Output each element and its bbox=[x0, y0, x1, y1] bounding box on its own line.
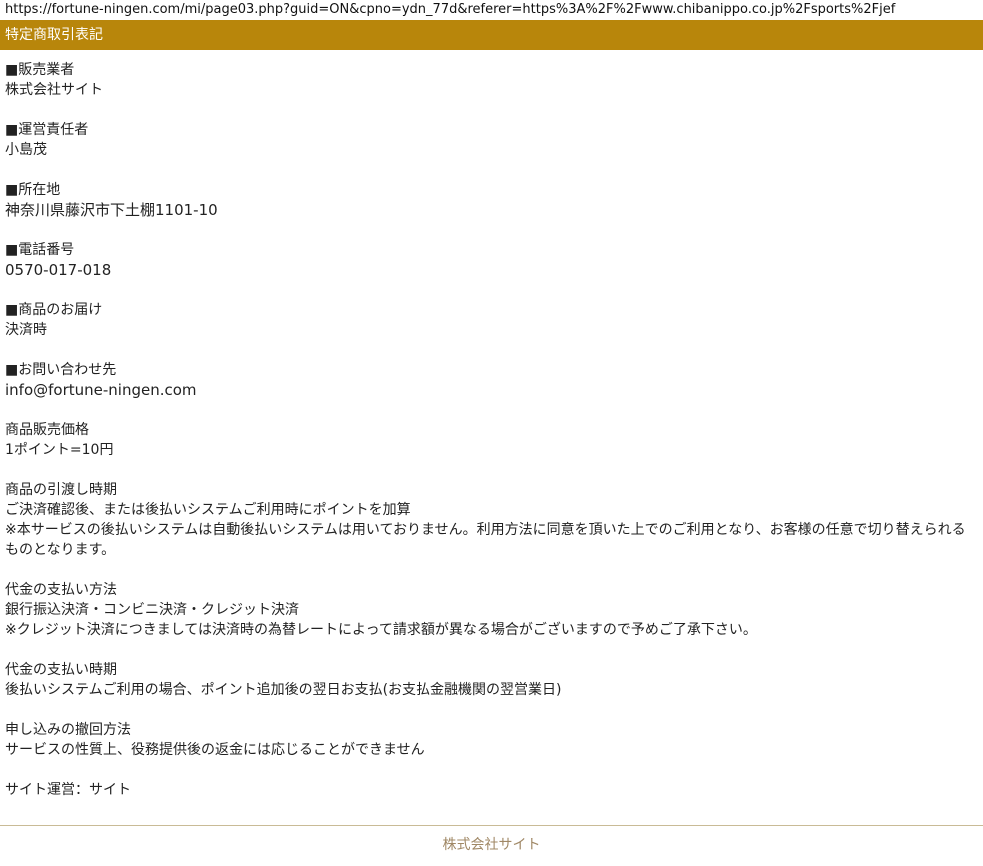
section-contact: ■お問い合わせ先 info@fortune-ningen.com bbox=[5, 360, 978, 400]
section-heading: 商品販売価格 bbox=[5, 422, 89, 438]
section-cancellation: 申し込みの撤回方法 サービスの性質上、役務提供後の返金には応じることができません bbox=[5, 720, 978, 760]
section-value: 1ポイント=10円 bbox=[5, 442, 114, 458]
main-content: ■販売業者 株式会社サイト ■運営責任者 小島茂 ■所在地 神奈川県藤沢市下土棚… bbox=[0, 50, 983, 800]
section-heading: ■お問い合わせ先 bbox=[5, 362, 117, 378]
section-value: 後払いシステムご利用の場合、ポイント追加後の翌日お支払(お支払金融機関の翌営業日… bbox=[5, 682, 562, 698]
section-heading: 代金の支払い方法 bbox=[5, 582, 117, 598]
page-title-bar: 特定商取引表記 bbox=[0, 20, 983, 50]
section-operator: サイト運営：サイト bbox=[5, 780, 978, 800]
section-delivery-timing: 商品の引渡し時期 ご決済確認後、または後払いシステムご利用時にポイントを加算 ※… bbox=[5, 480, 978, 560]
footer-divider bbox=[0, 825, 983, 826]
section-seller: ■販売業者 株式会社サイト bbox=[5, 60, 978, 100]
contact-email: info@fortune-ningen.com bbox=[5, 381, 197, 399]
section-delivery: ■商品のお届け 決済時 bbox=[5, 300, 978, 340]
section-note: ※本サービスの後払いシステムは自動後払いシステムは用いておりません。利用方法に同… bbox=[5, 522, 966, 558]
section-value: 0570-017-018 bbox=[5, 261, 112, 279]
section-address: ■所在地 神奈川県藤沢市下土棚1101-10 bbox=[5, 180, 978, 220]
section-value: 小島茂 bbox=[5, 142, 47, 158]
section-heading: 申し込みの撤回方法 bbox=[5, 722, 131, 738]
footer-company: 株式会社サイト bbox=[442, 837, 541, 853]
section-heading: ■運営責任者 bbox=[5, 122, 89, 138]
section-heading: ■所在地 bbox=[5, 182, 61, 198]
section-value: ご決済確認後、または後払いシステムご利用時にポイントを加算 bbox=[5, 502, 411, 518]
section-payment-method: 代金の支払い方法 銀行振込決済・コンビニ決済・クレジット決済 ※クレジット決済に… bbox=[5, 580, 978, 640]
url-bar: https://fortune-ningen.com/mi/page03.php… bbox=[5, 2, 896, 17]
section-payment-timing: 代金の支払い時期 後払いシステムご利用の場合、ポイント追加後の翌日お支払(お支払… bbox=[5, 660, 978, 700]
section-heading: ■商品のお届け bbox=[5, 302, 103, 318]
section-heading: ■電話番号 bbox=[5, 242, 75, 258]
section-note: ※クレジット決済につきましては決済時の為替レートによって請求額が異なる場合がござ… bbox=[5, 622, 757, 638]
section-value: 株式会社サイト bbox=[5, 82, 103, 98]
section-phone: ■電話番号 0570-017-018 bbox=[5, 240, 978, 280]
page-title: 特定商取引表記 bbox=[5, 27, 103, 43]
footer: 株式会社サイト bbox=[0, 835, 983, 855]
section-value: 決済時 bbox=[5, 322, 47, 338]
section-heading: 代金の支払い時期 bbox=[5, 662, 117, 678]
section-price: 商品販売価格 1ポイント=10円 bbox=[5, 420, 978, 460]
section-value: 神奈川県藤沢市下土棚1101-10 bbox=[5, 201, 218, 219]
section-value: サービスの性質上、役務提供後の返金には応じることができません bbox=[5, 742, 425, 758]
operator-line: サイト運営：サイト bbox=[5, 782, 131, 798]
section-manager: ■運営責任者 小島茂 bbox=[5, 120, 978, 160]
section-heading: 商品の引渡し時期 bbox=[5, 482, 117, 498]
section-heading: ■販売業者 bbox=[5, 62, 75, 78]
section-value: 銀行振込決済・コンビニ決済・クレジット決済 bbox=[5, 602, 299, 618]
